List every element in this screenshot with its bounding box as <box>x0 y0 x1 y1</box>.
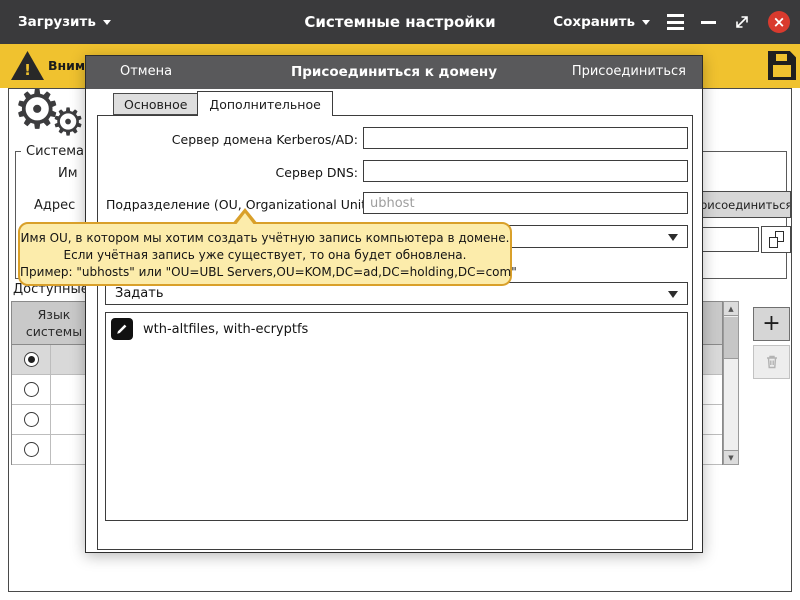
dns-server-label: Сервер DNS: <box>106 165 358 180</box>
language-radio[interactable] <box>24 442 39 457</box>
topbar: Загрузить Системные настройки Сохранить … <box>0 0 800 44</box>
minimize-button[interactable] <box>701 21 716 24</box>
scroll-down-button[interactable]: ▼ <box>724 450 738 464</box>
tooltip-arrow <box>235 213 255 226</box>
save-menu-label: Сохранить <box>553 14 635 30</box>
cancel-button[interactable]: Отмена <box>120 64 172 79</box>
tab-additional[interactable]: Дополнительное <box>197 91 332 116</box>
scroll-thumb[interactable] <box>724 317 738 359</box>
scroll-up-button[interactable]: ▲ <box>724 302 738 316</box>
topbar-actions: Сохранить × <box>553 0 790 44</box>
copy-icon <box>769 231 784 248</box>
set-dropdown-value: Задать <box>115 286 164 301</box>
hamburger-menu-icon[interactable] <box>667 14 684 30</box>
tooltip-line: Имя OU, в котором мы хотим создать учётн… <box>20 230 510 247</box>
language-radio[interactable] <box>24 382 39 397</box>
join-button[interactable]: Присоединиться <box>572 64 686 79</box>
vertical-scrollbar[interactable]: ▲ ▼ <box>723 301 739 465</box>
list-item[interactable]: wth-altfiles, with-ecryptfs <box>143 322 308 337</box>
tooltip-line: Если учётная запись уже существует, то о… <box>20 247 510 264</box>
language-radio[interactable] <box>24 352 39 367</box>
expand-icon[interactable] <box>733 13 751 31</box>
language-radio[interactable] <box>24 412 39 427</box>
kerberos-server-label: Сервер домена Kerberos/AD: <box>106 132 358 147</box>
tab-bar: Основное Дополнительное <box>113 90 333 115</box>
options-list[interactable]: wth-altfiles, with-ecryptfs <box>105 312 688 521</box>
tab-basic[interactable]: Основное <box>113 93 197 115</box>
ou-tooltip: Имя OU, в котором мы хотим создать учётн… <box>18 222 512 286</box>
trash-icon <box>763 353 781 371</box>
save-menu-button[interactable]: Сохранить <box>553 14 650 30</box>
language-table-header-label: Язык системы <box>14 307 94 341</box>
kerberos-server-input[interactable] <box>363 127 688 149</box>
load-menu-label: Загрузить <box>18 14 96 30</box>
copy-button[interactable] <box>761 226 791 253</box>
field-label-fragment: Адрес <box>34 198 75 213</box>
delete-button[interactable] <box>753 345 790 379</box>
chevron-down-icon <box>642 20 650 25</box>
screen: Загрузить Системные настройки Сохранить … <box>0 0 800 600</box>
join-domain-dialog: Отмена Присоединиться к домену Присоедин… <box>85 55 703 553</box>
chevron-down-icon <box>103 20 111 25</box>
field-label-fragment: Им <box>58 166 78 181</box>
tooltip-line: Пример: "ubhosts" или "OU=UBL Servers,OU… <box>20 264 510 281</box>
warning-icon: ! <box>11 51 44 80</box>
dialog-header: Отмена Присоединиться к домену Присоедин… <box>86 56 702 89</box>
ou-input[interactable] <box>363 192 688 214</box>
dns-server-input[interactable] <box>363 160 688 182</box>
add-button[interactable]: + <box>753 307 790 341</box>
dropdown-caret-icon <box>668 291 678 298</box>
system-group-label: Система <box>21 144 89 159</box>
close-button[interactable]: × <box>768 11 790 33</box>
dropdown-caret-icon <box>668 234 678 241</box>
load-menu-button[interactable]: Загрузить <box>18 0 111 44</box>
save-disk-icon[interactable] <box>768 51 796 80</box>
edit-pencil-icon[interactable] <box>111 318 133 340</box>
join-domain-window-button[interactable]: рисоединиться <box>699 191 791 218</box>
